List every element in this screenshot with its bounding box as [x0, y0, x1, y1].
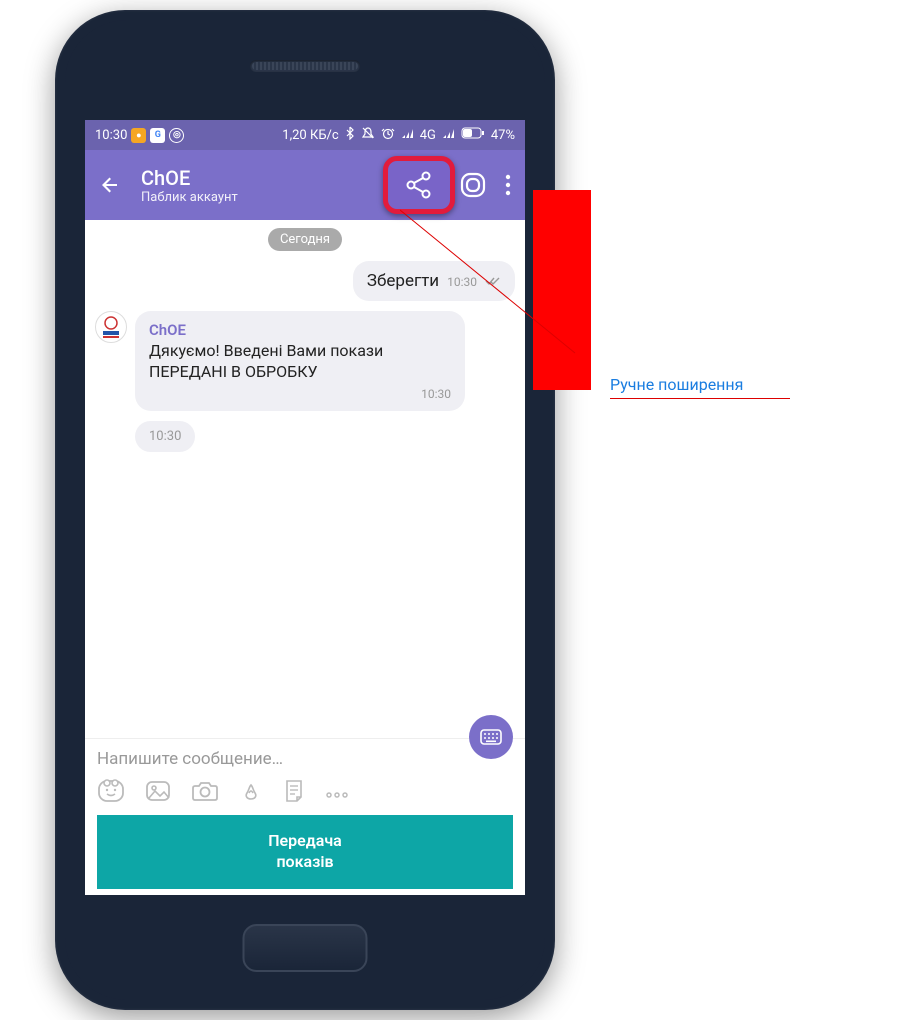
message-time: 10:30: [447, 275, 477, 289]
app-header: ChOE Паблик аккаунт: [85, 150, 525, 220]
phone-screen: 10:30 ● G ◎ 1,20 КБ/с: [85, 120, 525, 895]
callout-label: Ручне поширення: [610, 375, 743, 394]
date-separator: Сегодня: [268, 228, 342, 251]
status-data-speed: 1,20 КБ/с: [282, 128, 338, 143]
gallery-icon[interactable]: [145, 780, 171, 806]
doodle-icon[interactable]: [239, 779, 263, 807]
callout-rectangle: [533, 190, 591, 390]
status-icon-app1: ●: [131, 128, 146, 143]
message-time: 10:30: [149, 387, 451, 401]
sender-avatar[interactable]: [95, 311, 127, 343]
sticker-icon[interactable]: [97, 779, 125, 807]
bluetooth-icon: [345, 126, 355, 144]
chat-body[interactable]: Сегодня Зберегти 10:30 ChOE Дякуємо! Вве…: [85, 220, 525, 738]
note-icon[interactable]: [283, 779, 305, 807]
signal-icon-1: [401, 128, 414, 143]
message-incoming[interactable]: ChOE Дякуємо! Введені Вами покази ПЕРЕДА…: [135, 311, 465, 411]
status-icon-google: G: [150, 128, 165, 143]
battery-icon: [461, 127, 485, 143]
phone-body: 10:30 ● G ◎ 1,20 КБ/с: [65, 20, 545, 1000]
input-area: Напишите сообщение…: [85, 738, 525, 895]
status-time: 10:30: [95, 128, 127, 143]
delivered-icon: [485, 275, 501, 289]
header-title-block[interactable]: ChOE Паблик аккаунт: [141, 166, 399, 205]
more-icon[interactable]: [505, 174, 511, 196]
status-right: 1,20 КБ/с 4G: [282, 126, 515, 144]
signal-icon-2: [442, 128, 455, 143]
keyboard-button[interactable]: [469, 715, 513, 759]
message-incoming-row: ChOE Дякуємо! Введені Вами покази ПЕРЕДА…: [95, 311, 515, 411]
message-outgoing[interactable]: Зберегти 10:30: [353, 261, 515, 301]
share-button-highlight[interactable]: [383, 156, 455, 214]
phone-mockup: 10:30 ● G ◎ 1,20 КБ/с: [55, 10, 555, 1010]
status-bar: 10:30 ● G ◎ 1,20 КБ/с: [85, 120, 525, 150]
callout-underline: [610, 398, 790, 399]
home-button[interactable]: [243, 924, 368, 972]
back-button[interactable]: [99, 173, 123, 197]
action-line2: показів: [113, 852, 497, 873]
status-left: 10:30 ● G ◎: [95, 128, 184, 143]
message-input[interactable]: Напишите сообщение…: [97, 749, 469, 769]
chat-subtitle: Паблик аккаунт: [141, 190, 399, 205]
chat-title: ChOE: [141, 166, 399, 190]
alarm-icon: [381, 126, 395, 144]
network-label: 4G: [420, 128, 436, 143]
message-text: Дякуємо! Введені Вами покази ПЕРЕДАНІ В …: [149, 341, 451, 383]
share-icon: [404, 170, 434, 200]
viber-logo-icon[interactable]: [459, 171, 487, 199]
more-tools-icon[interactable]: [325, 784, 349, 803]
time-pill: 10:30: [135, 421, 195, 452]
submit-readings-button[interactable]: Передача показів: [97, 815, 513, 889]
camera-icon[interactable]: [191, 780, 219, 806]
battery-percent: 47%: [491, 128, 515, 143]
sender-name: ChOE: [149, 321, 451, 339]
status-icon-app2: ◎: [169, 128, 184, 143]
phone-speaker: [250, 60, 360, 72]
mute-icon: [361, 126, 375, 144]
message-text: Зберегти: [367, 271, 439, 291]
action-line1: Передача: [113, 831, 497, 852]
